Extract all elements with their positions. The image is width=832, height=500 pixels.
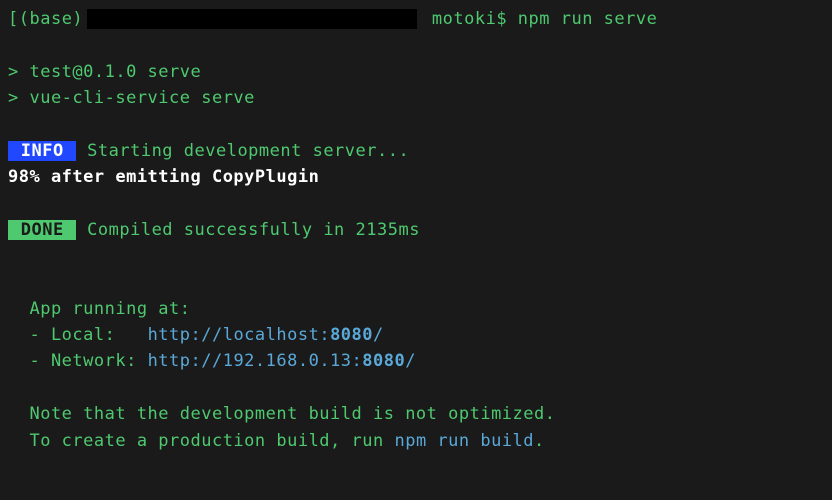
note2-suffix: . xyxy=(534,431,545,451)
network-url-host[interactable]: http://192.168.0.13: xyxy=(148,351,363,371)
done-text: Compiled successfully in 2135ms xyxy=(76,220,420,240)
local-url-suffix[interactable]: / xyxy=(373,325,384,345)
command-input[interactable]: npm run serve xyxy=(518,9,658,29)
conda-env: (base) xyxy=(19,9,83,29)
network-label: - Network: xyxy=(8,351,148,371)
app-running-heading: App running at: xyxy=(8,296,824,322)
local-label: - Local: xyxy=(8,325,148,345)
done-line: DONE Compiled successfully in 2135ms xyxy=(8,217,824,243)
note-line-2: To create a production build, run npm ru… xyxy=(8,428,824,454)
prompt-user: motoki$ xyxy=(421,9,518,29)
note2-command: npm run build xyxy=(394,431,534,451)
progress-line: 98% after emitting CopyPlugin xyxy=(8,164,824,190)
local-url-line: - Local: http://localhost:8080/ xyxy=(8,322,824,348)
local-url-host[interactable]: http://localhost: xyxy=(148,325,331,345)
local-url-port[interactable]: 8080 xyxy=(330,325,373,345)
redacted-hostname xyxy=(87,9,417,29)
network-url-line: - Network: http://192.168.0.13:8080/ xyxy=(8,348,824,374)
info-line: INFO Starting development server... xyxy=(8,138,824,164)
network-url-suffix[interactable]: / xyxy=(405,351,416,371)
npm-output-line-2: > vue-cli-service serve xyxy=(8,85,824,111)
prompt-line: [(base) motoki$ npm run serve xyxy=(8,6,824,32)
note-line-1: Note that the development build is not o… xyxy=(8,401,824,427)
prompt-bracket: [ xyxy=(8,9,19,29)
info-badge: INFO xyxy=(8,141,76,161)
network-url-port[interactable]: 8080 xyxy=(362,351,405,371)
done-badge: DONE xyxy=(8,220,76,240)
note2-prefix: To create a production build, run xyxy=(8,431,394,451)
info-text: Starting development server... xyxy=(76,141,409,161)
npm-output-line-1: > test@0.1.0 serve xyxy=(8,59,824,85)
